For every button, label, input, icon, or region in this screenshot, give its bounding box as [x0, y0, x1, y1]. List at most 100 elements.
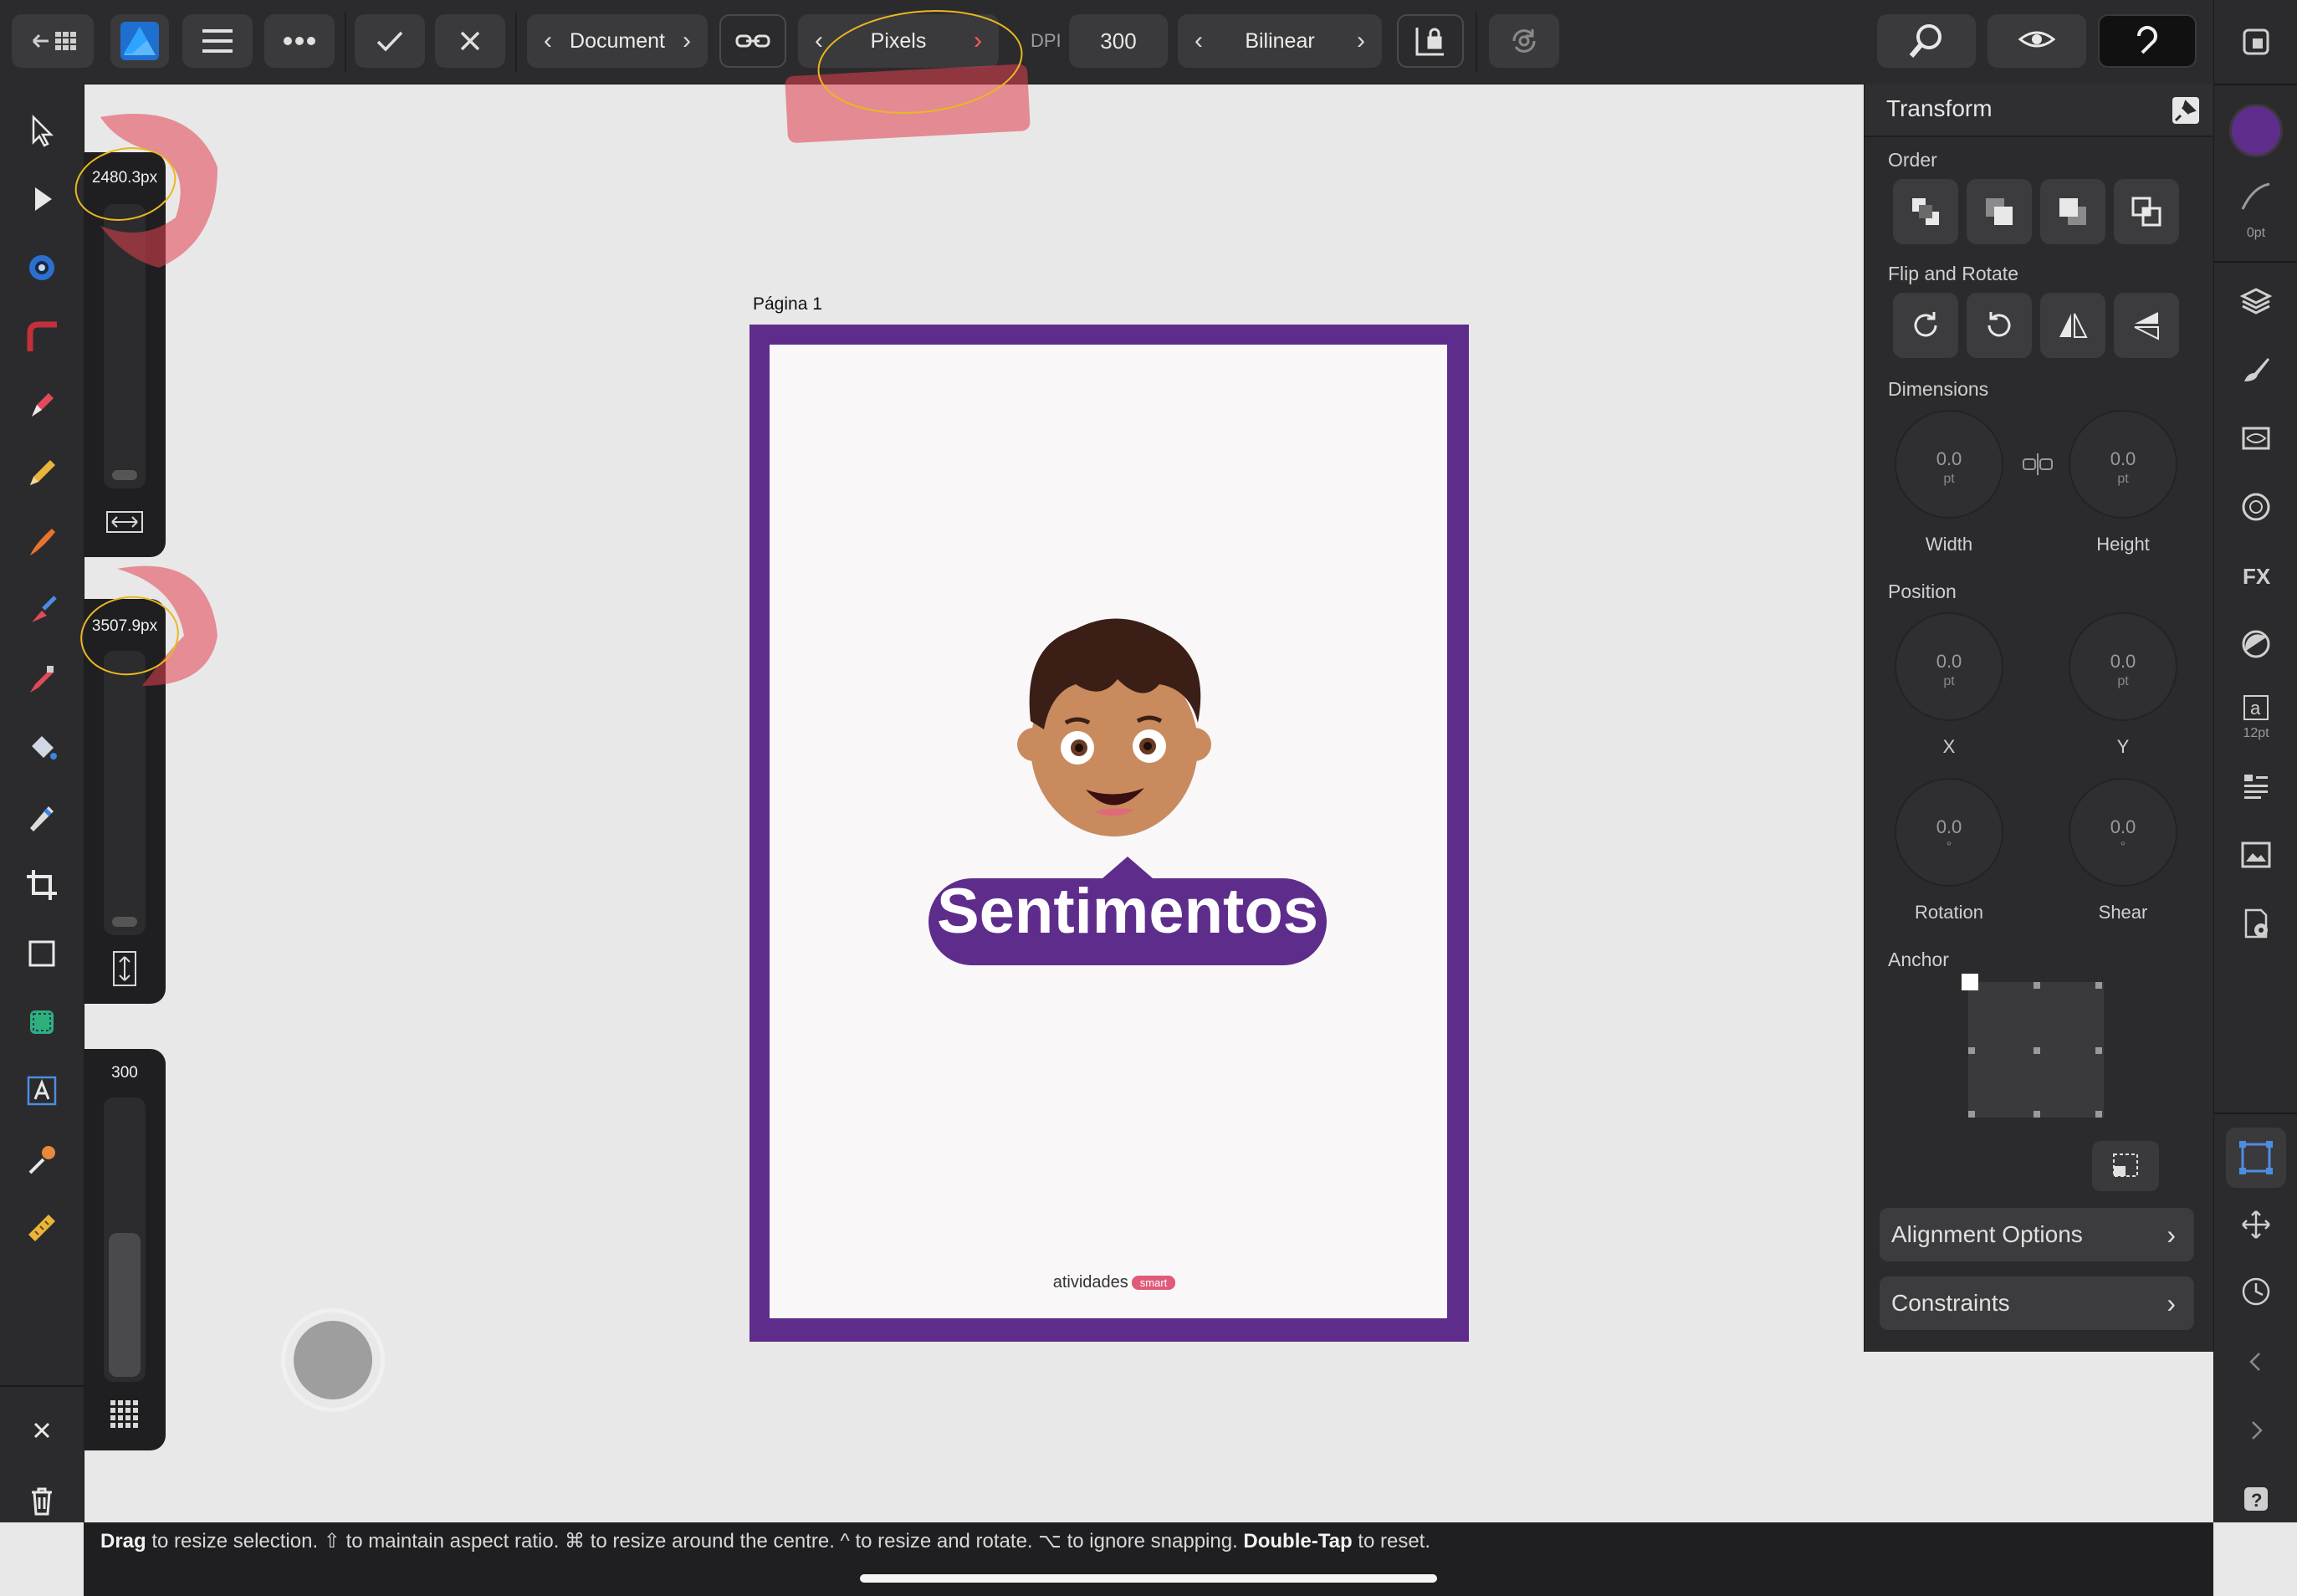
help-persona-button[interactable] [2098, 14, 2197, 68]
collapse-left-button[interactable] [2236, 1342, 2276, 1382]
dpi-field[interactable]: 300 [1069, 14, 1168, 68]
height-dial-unit: pt [2117, 472, 2129, 486]
navigator-panel-button[interactable] [2236, 1205, 2276, 1245]
adjustments-panel-button[interactable] [2236, 418, 2276, 458]
view-persona-button[interactable] [1987, 14, 2086, 68]
close-icon [33, 1422, 50, 1439]
magnifier-icon [1909, 24, 1941, 58]
status-double-tap: Double-Tap [1243, 1530, 1353, 1553]
shear-dial[interactable]: 0.0 ° [2069, 778, 2177, 887]
settings-panel-button[interactable] [2236, 903, 2276, 944]
document-page[interactable]: Sentimentos atividades smart [749, 325, 1469, 1342]
dpi-slider-value: 300 [111, 1064, 138, 1082]
text-icon-glyph: a [2250, 698, 2261, 719]
text-styles-panel-button[interactable]: a [2236, 689, 2276, 729]
sync-button[interactable] [1489, 14, 1559, 68]
flip-vertical-icon [2134, 312, 2159, 340]
delete-button[interactable] [17, 1476, 67, 1526]
studio-divider [2214, 84, 2297, 85]
color-picker-tool[interactable] [17, 1134, 67, 1184]
height-slider-handle[interactable] [112, 917, 137, 927]
close-selection-button[interactable] [17, 1405, 67, 1455]
persona-stepper[interactable]: ‹ Document › [527, 14, 708, 68]
dpi-slider-fill[interactable] [109, 1233, 141, 1377]
alignment-options-button[interactable]: Alignment Options › [1880, 1208, 2194, 1261]
rectangle-tool[interactable] [17, 928, 67, 979]
height-dial[interactable]: 0.0 pt [2069, 410, 2177, 519]
history-panel-button[interactable] [2236, 1271, 2276, 1312]
flip-vertical-button[interactable] [2114, 293, 2179, 358]
chevron-left-icon[interactable]: ‹ [1189, 27, 1208, 55]
y-dial-value: 0.0 [2110, 651, 2136, 672]
y-dial[interactable]: 0.0 pt [2069, 612, 2177, 721]
back-to-gallery-button[interactable] [12, 14, 94, 68]
color-panel-button[interactable] [2236, 624, 2276, 664]
x-dial[interactable]: 0.0 pt [1895, 612, 2003, 721]
expand-right-button[interactable] [2236, 1410, 2276, 1450]
rotation-dial-value: 0.0 [1936, 816, 1962, 837]
text-tool[interactable] [17, 1066, 67, 1116]
refresh-gear-icon [1512, 29, 1536, 53]
svg-text:FX: FX [2243, 564, 2271, 589]
brushes-panel-button[interactable] [2236, 350, 2276, 390]
assets-panel-button[interactable] [2236, 835, 2276, 875]
fill-tool[interactable] [17, 723, 67, 773]
resample-stepper[interactable]: ‹ Bilinear › [1178, 14, 1382, 68]
more-button[interactable] [264, 14, 335, 68]
order-backward-button[interactable] [1967, 179, 2032, 244]
crop-tool[interactable] [17, 860, 67, 910]
anchor-selector[interactable] [1968, 982, 2104, 1118]
order-back-button[interactable] [1893, 179, 1958, 244]
chevron-right-icon[interactable]: › [678, 27, 696, 55]
measure-tool[interactable] [17, 1203, 67, 1253]
transform-origin-button[interactable] [2092, 1141, 2159, 1191]
fill-color-swatch[interactable] [2229, 104, 2283, 157]
help-button[interactable]: ? [2236, 1479, 2276, 1519]
position-label: Position [1888, 581, 1957, 602]
send-to-back-icon [1912, 198, 1939, 225]
order-forward-button[interactable] [2040, 179, 2105, 244]
cancel-button[interactable] [435, 14, 505, 68]
hand-tool-button[interactable] [281, 1308, 385, 1412]
pin-panel-button[interactable] [2172, 97, 2199, 124]
studio-toggle-button[interactable] [2236, 22, 2276, 62]
constraints-button[interactable]: Constraints › [1880, 1276, 2194, 1330]
toolbar-divider [345, 12, 346, 72]
eye-hand-icon [2018, 31, 2056, 48]
adjust-eye-icon [2242, 427, 2270, 450]
stroke-button[interactable] [2236, 176, 2276, 216]
height-resize-icon[interactable] [104, 949, 146, 989]
panel-title: Transform [1886, 95, 1993, 121]
zoom-persona-button[interactable] [1877, 14, 1976, 68]
grid-icon[interactable] [109, 1399, 141, 1430]
headline-text: Sentimentos [936, 876, 1319, 947]
chevron-right-icon[interactable]: › [1352, 27, 1370, 55]
rotate-clockwise-button[interactable] [1893, 293, 1958, 358]
flip-horizontal-icon [2059, 313, 2088, 338]
width-caption: Width [1925, 534, 1973, 555]
width-dial[interactable]: 0.0 pt [1895, 410, 2003, 519]
flip-horizontal-button[interactable] [2040, 293, 2105, 358]
lock-children-button[interactable] [1397, 14, 1464, 68]
order-front-button[interactable] [2114, 179, 2179, 244]
x-dial-unit: pt [1943, 674, 1955, 688]
brand-logo: atividades smart [1031, 1273, 1198, 1292]
commit-button[interactable] [355, 14, 425, 68]
home-indicator[interactable] [860, 1574, 1437, 1583]
transparency-tool[interactable] [17, 791, 67, 841]
aspect-lock-icon[interactable] [2020, 452, 2055, 477]
menu-button[interactable] [182, 14, 253, 68]
chevron-left-icon[interactable]: ‹ [539, 27, 557, 55]
place-image-tool[interactable] [17, 997, 67, 1047]
status-drag: Drag [100, 1530, 146, 1553]
app-logo-button[interactable] [110, 14, 169, 68]
anchor-selected-point[interactable] [1962, 974, 1978, 990]
transform-panel-button[interactable] [2226, 1128, 2286, 1188]
rotation-dial[interactable]: 0.0 ° [1895, 778, 2003, 887]
constraints-label: Constraints [1891, 1290, 2010, 1316]
effects-panel-button[interactable]: FX [2236, 555, 2276, 596]
appearance-panel-button[interactable] [2236, 487, 2276, 527]
paragraph-panel-button[interactable] [2236, 766, 2276, 806]
rotate-counterclockwise-button[interactable] [1967, 293, 2032, 358]
layers-panel-button[interactable] [2236, 281, 2276, 321]
